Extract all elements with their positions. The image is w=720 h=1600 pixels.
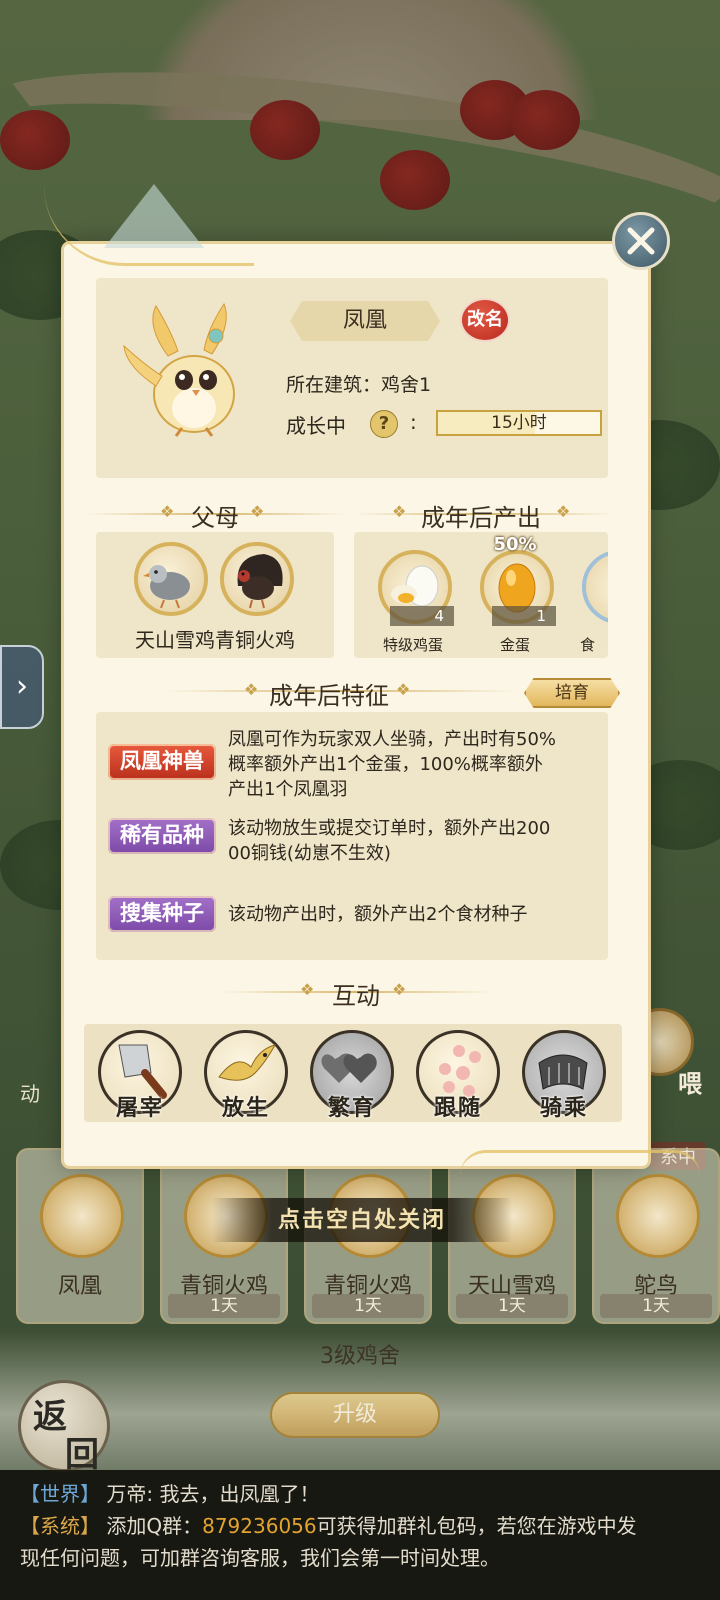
trait-description: 该动物产出时，额外产出2个食材种子 <box>228 902 600 927</box>
growth-progress-bar: 15小时 <box>436 410 602 436</box>
output-count: 4 <box>390 606 454 626</box>
ornament-icon: ❖ <box>392 502 407 521</box>
ornament-icon: ❖ <box>392 980 407 999</box>
chat-panel[interactable]: 【世界】 万帝: 我去，出凤凰了！ 【系统】 添加Q群：879236056可获得… <box>0 1470 720 1600</box>
upgrade-button[interactable]: 升级 <box>270 1392 440 1438</box>
interact-title: 互动 <box>332 982 380 1010</box>
ornament-icon: ❖ <box>300 980 315 999</box>
parents-names: 天山雪鸡青铜火鸡 <box>135 628 295 652</box>
trait-desc-line: 该动物放生或提交订单时，额外产出200 <box>228 818 551 839</box>
trait-desc-line: 概率额外产出1个金蛋，100%概率额外 <box>228 754 543 775</box>
tap-to-close-hint: 点击空白处关闭 <box>212 1198 512 1242</box>
cloud-ornament <box>460 1150 700 1176</box>
ornament-icon: ❖ <box>556 502 571 521</box>
phoenix-avatar <box>40 1174 124 1258</box>
trait-desc-line: 00铜钱(幼崽不生效) <box>228 843 391 864</box>
output-item[interactable]: 食 <box>572 538 608 656</box>
chat-line-world: 【世界】 万帝: 我去，出凤凰了！ <box>20 1478 700 1510</box>
breed-action-label: 繁育 <box>327 1095 376 1121</box>
chat-channel-world: 【世界】 <box>20 1482 100 1506</box>
help-icon[interactable]: ? <box>370 410 398 438</box>
turkey-icon <box>237 554 283 609</box>
slaughter-label: 屠宰 <box>115 1095 164 1121</box>
peek-label: 动 <box>20 1082 40 1106</box>
back-button[interactable]: 返 回 <box>18 1380 110 1475</box>
output-name: 金蛋 <box>499 636 530 654</box>
release-label: 放生 <box>221 1095 270 1121</box>
ostrich-avatar <box>616 1174 700 1258</box>
chat-message: 可获得加群礼包码，若您在游戏中发 <box>316 1514 637 1538</box>
rename-button[interactable]: 改名 <box>460 298 510 342</box>
parents-title: 父母 <box>191 504 239 532</box>
trait-description: 凤凰可作为玩家双人坐骑，产出时有50% 概率额外产出1个金蛋，100%概率额外 … <box>228 727 600 802</box>
outputs-panel: 4 特级鸡蛋 50% 1 金蛋 食 <box>354 532 608 658</box>
traits-title: 成年后特征 <box>269 682 389 710</box>
chat-message: 现任何问题，可加群咨询客服，我们会第一时间处理。 <box>20 1546 500 1570</box>
chat-channel-system: 【系统】 <box>20 1514 100 1538</box>
output-name: 食 <box>580 636 596 654</box>
output-probability: 50% <box>493 534 537 555</box>
phoenix-portrait-icon <box>123 302 235 437</box>
breed-button[interactable]: 培育 <box>524 678 620 708</box>
building-level-label: 3级鸡舍 <box>320 1344 400 1369</box>
animal-card-duration: 1天 <box>312 1294 424 1318</box>
animal-card-duration: 1天 <box>456 1294 568 1318</box>
ornament-icon: ❖ <box>244 680 259 699</box>
back-label-1: 返 <box>33 1397 67 1437</box>
trait-desc-line: 凤凰可作为玩家双人坐骑，产出时有50% <box>228 729 557 750</box>
growth-remaining-time: 15小时 <box>491 413 547 433</box>
animal-card-name: 凤凰 <box>57 1274 102 1299</box>
trait-description: 该动物放生或提交订单时，额外产出200 00铜钱(幼崽不生效) <box>228 816 600 866</box>
output-item[interactable]: 4 特级鸡蛋 <box>368 538 458 656</box>
animal-card-duration: 1天 <box>168 1294 280 1318</box>
trait-desc-line: 该动物产出时，额外产出2个食材种子 <box>228 904 528 925</box>
back-label-2: 回 <box>65 1435 99 1475</box>
chat-message: 万帝: 我去，出凤凰了！ <box>106 1482 320 1506</box>
trait-tag-rare-breed[interactable]: 稀有品种 <box>108 818 216 854</box>
growth-colon: : <box>410 410 417 434</box>
bronze-turkey-avatar[interactable] <box>220 542 294 616</box>
close-button[interactable] <box>612 212 670 270</box>
ornament-icon: ❖ <box>250 502 265 521</box>
chat-line-system: 【系统】 添加Q群：879236056可获得加群礼包码，若您在游戏中发 <box>20 1510 700 1542</box>
ornament-icon: ❖ <box>396 680 411 699</box>
close-icon <box>627 227 655 255</box>
trait-tag-divine-beast[interactable]: 凤凰神兽 <box>108 744 216 780</box>
animal-name: 凤凰 <box>290 301 440 341</box>
building-location: 所在建筑：鸡舍1 <box>286 374 432 396</box>
chat-message: 添加Q群： <box>106 1514 203 1538</box>
follow-label: 跟随 <box>433 1095 482 1121</box>
snow-chicken-avatar[interactable] <box>134 542 208 616</box>
food-icon <box>582 550 608 624</box>
ornament-icon: ❖ <box>160 502 175 521</box>
animal-card-duration: 1天 <box>600 1294 712 1318</box>
output-name: 特级鸡蛋 <box>382 636 443 654</box>
trait-desc-line: 产出1个凤凰羽 <box>228 779 348 800</box>
snow-chicken-icon <box>143 565 190 609</box>
ride-label: 骑乘 <box>539 1095 588 1121</box>
qq-group-number[interactable]: 879236056 <box>202 1514 317 1538</box>
growth-status-label: 成长中 <box>286 414 346 438</box>
animal-card[interactable]: 凤凰 <box>16 1148 144 1324</box>
trait-tag-seed-collector[interactable]: 搜集种子 <box>108 896 216 932</box>
outputs-title: 成年后产出 <box>421 504 541 532</box>
expand-side-panel-button[interactable]: › <box>0 645 44 729</box>
output-item[interactable]: 50% 1 金蛋 <box>470 534 560 656</box>
feed-label: 喂 <box>678 1069 702 1098</box>
output-count: 1 <box>492 606 556 626</box>
